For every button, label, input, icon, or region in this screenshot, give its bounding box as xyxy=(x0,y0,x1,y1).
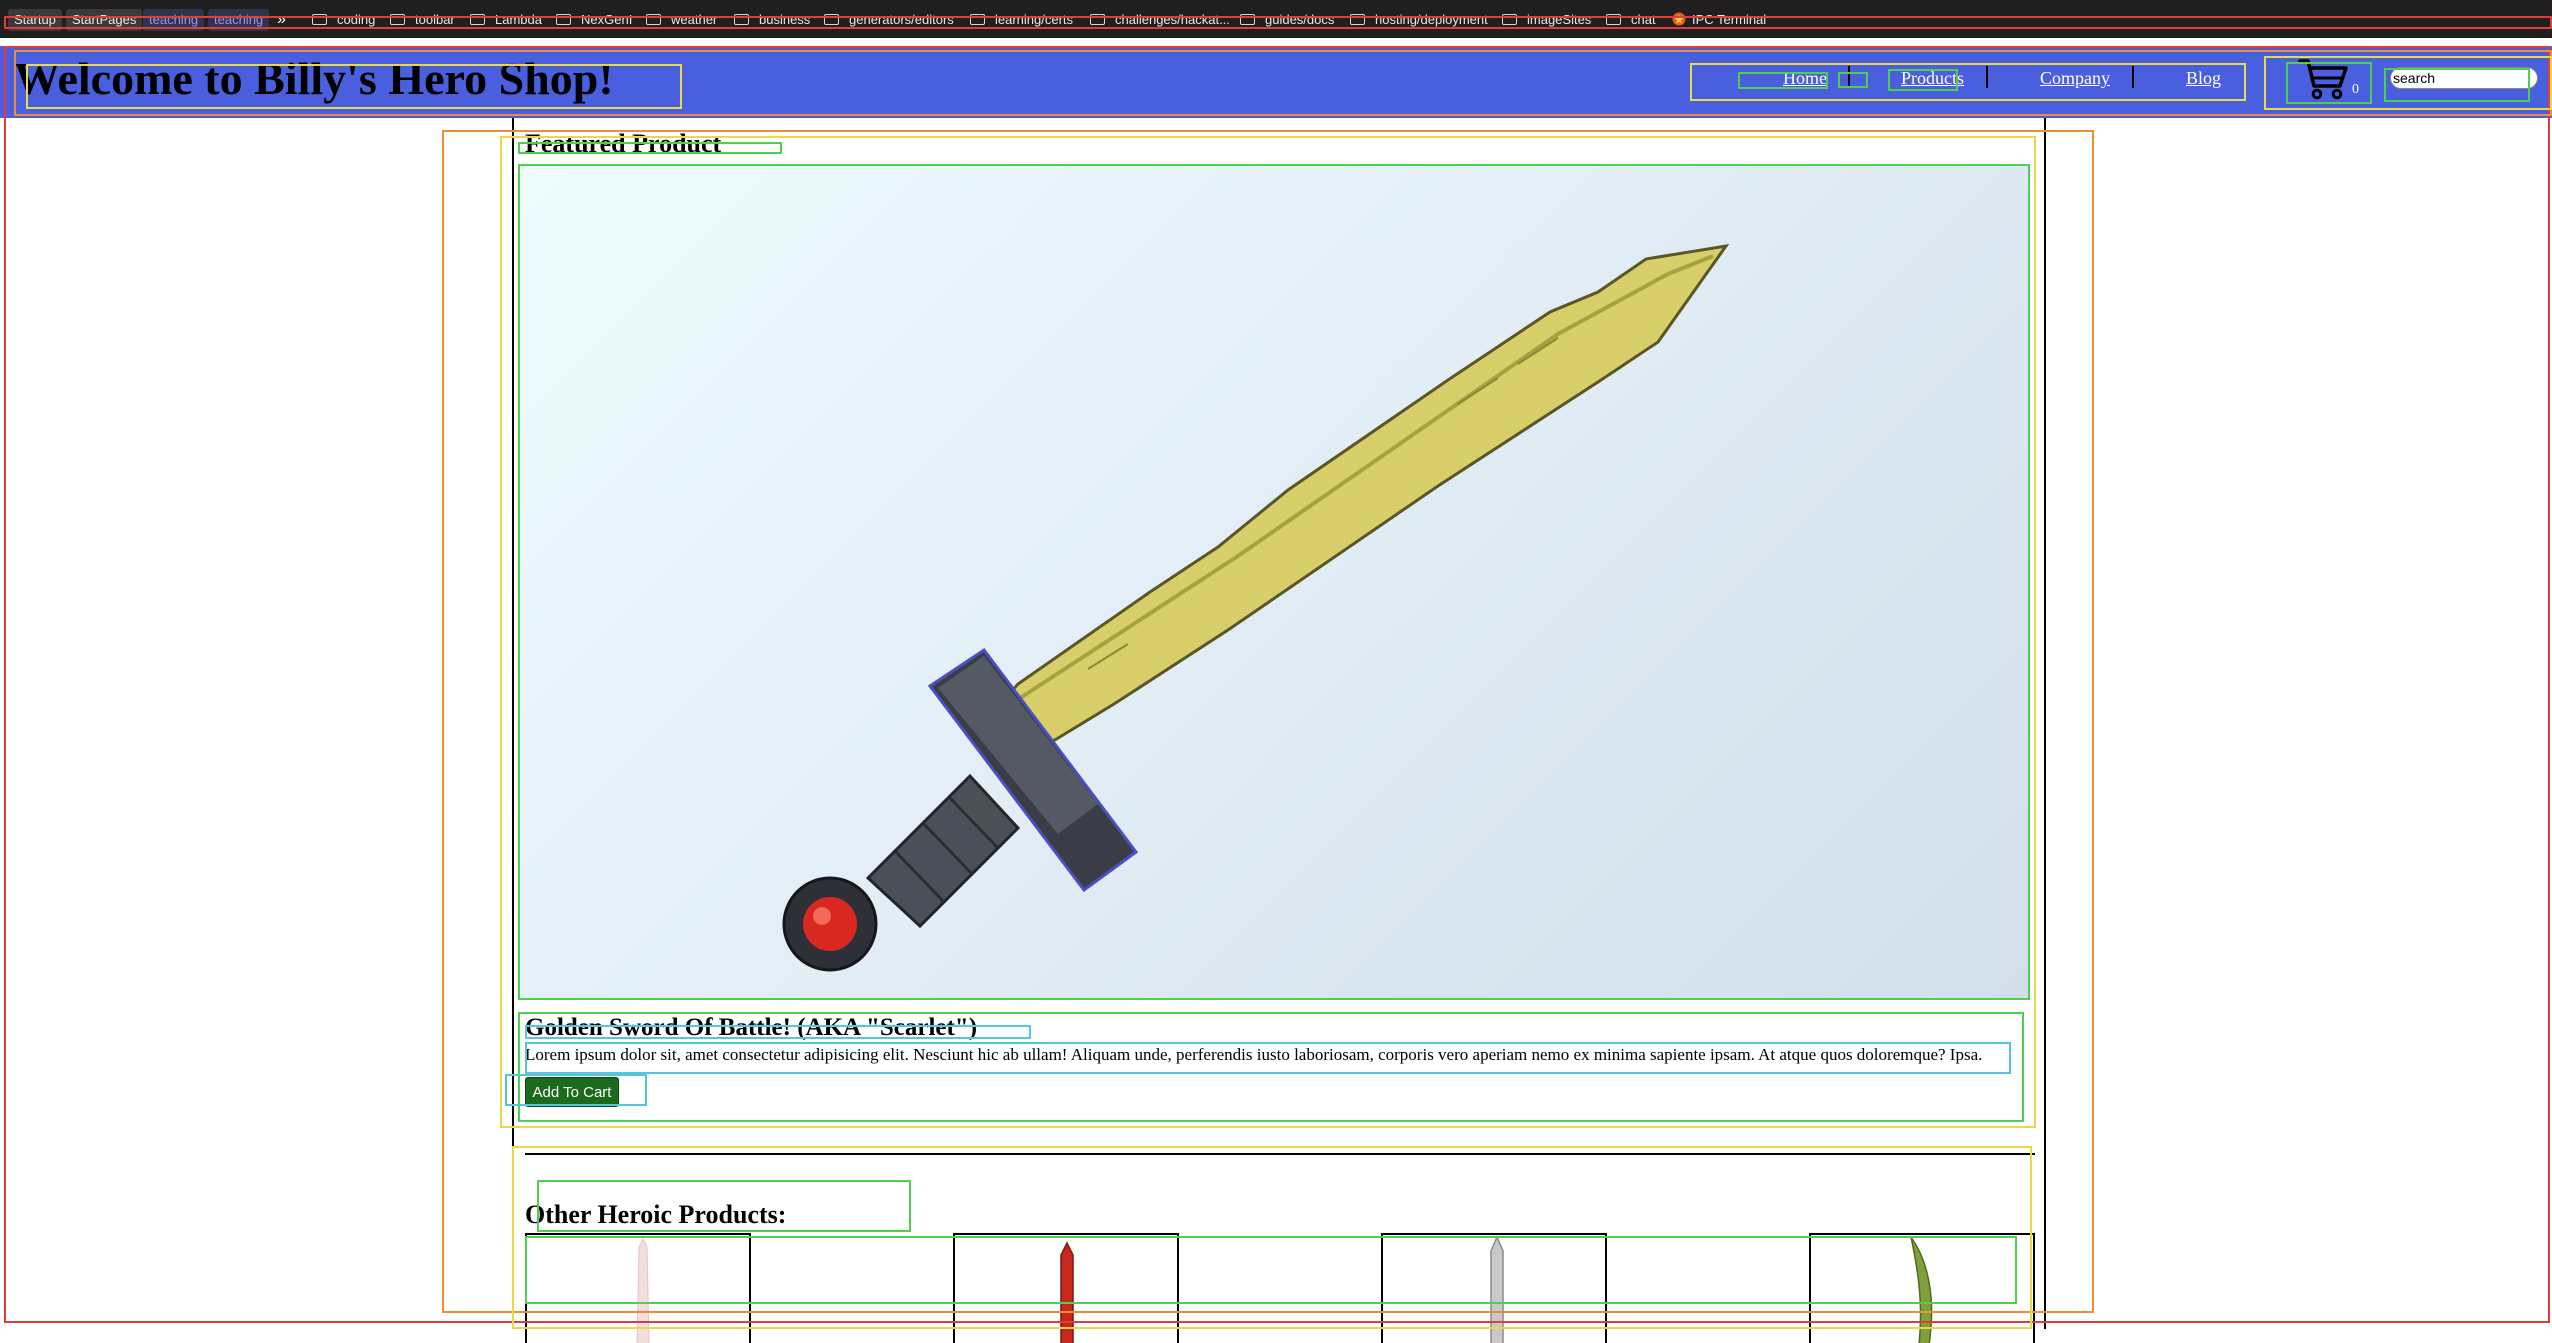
debug-outline xyxy=(518,164,2030,1000)
debug-outline xyxy=(537,1180,911,1232)
debug-outline xyxy=(505,1074,647,1106)
debug-outline xyxy=(525,1236,2017,1304)
debug-outline xyxy=(1888,69,1958,91)
debug-outline xyxy=(1838,72,1868,88)
debug-outline xyxy=(1738,72,1828,89)
debug-outline xyxy=(2384,68,2530,102)
debug-outline xyxy=(2286,62,2372,104)
debug-outline xyxy=(26,64,682,109)
debug-outline xyxy=(4,16,2552,29)
debug-outline xyxy=(525,1042,2011,1074)
debug-outline xyxy=(518,142,782,154)
debug-outline xyxy=(525,1025,1031,1039)
